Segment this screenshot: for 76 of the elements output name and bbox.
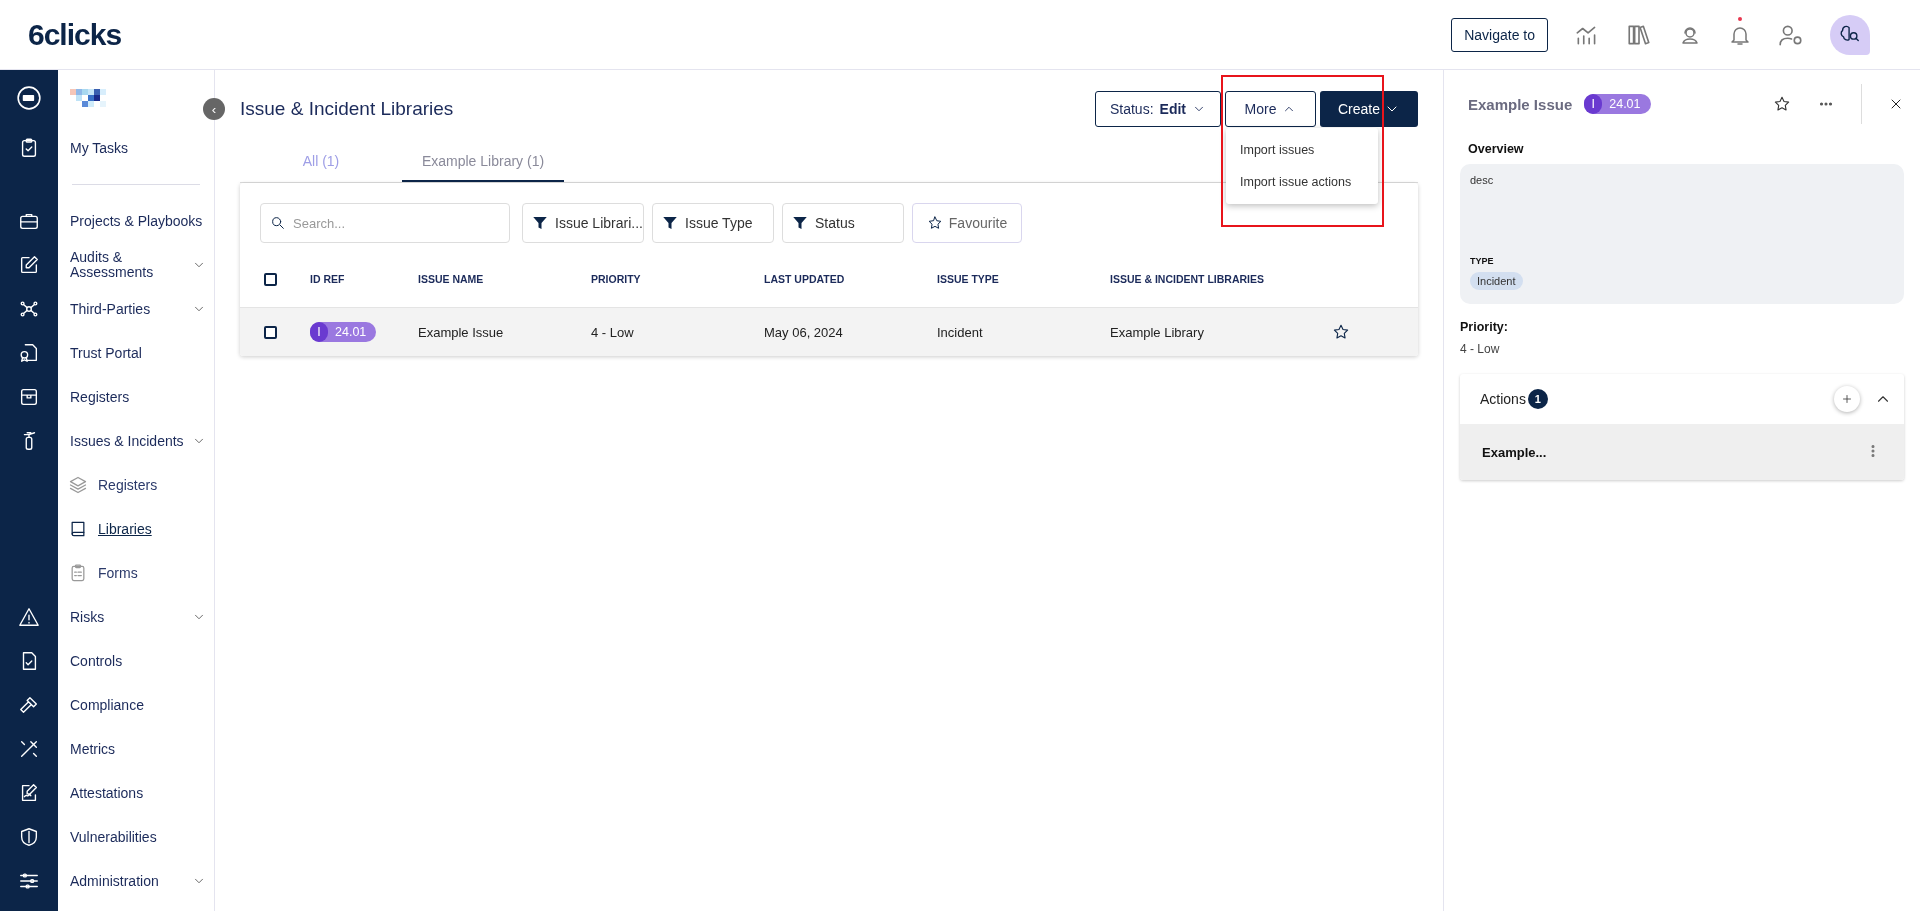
description-text: desc xyxy=(1470,174,1495,188)
nav-item[interactable]: My Tasks xyxy=(70,140,206,156)
nav-item[interactable]: Trust Portal xyxy=(70,345,206,361)
column-header: PRIORITY xyxy=(591,273,642,285)
nav-item[interactable]: Projects & Playbooks xyxy=(70,213,206,229)
column-header: LAST UPDATED xyxy=(764,273,846,285)
more-button[interactable]: More xyxy=(1225,91,1316,127)
box-icon[interactable] xyxy=(18,386,40,408)
nav-item[interactable]: Vulnerabilities xyxy=(70,829,206,845)
warning-triangle-icon[interactable] xyxy=(18,606,40,628)
nav-item[interactable]: Controls xyxy=(70,653,206,669)
select-all-checkbox[interactable] xyxy=(264,272,277,286)
sliders-icon[interactable] xyxy=(18,870,40,892)
logo[interactable]: 6clicks xyxy=(28,17,122,52)
plus-icon xyxy=(1840,392,1854,406)
section-label: Overview xyxy=(1468,142,1525,156)
id-badge: I 24.01 xyxy=(310,322,377,342)
type-tag: Incident xyxy=(1470,272,1523,290)
row-checkbox[interactable] xyxy=(264,325,277,339)
field-label: Priority: xyxy=(1460,320,1509,334)
create-button[interactable]: Create xyxy=(1320,91,1418,127)
column-header: ISSUE & INCIDENT LIBRARIES xyxy=(1110,273,1265,285)
nav-item[interactable]: Administration xyxy=(70,873,192,889)
certificate-icon[interactable] xyxy=(18,342,40,364)
menu-item[interactable]: Import issues xyxy=(1226,134,1378,166)
pencil-square-icon[interactable] xyxy=(18,254,40,276)
nav-subitem[interactable]: Forms xyxy=(98,565,206,581)
nav-subitem[interactable]: Registers xyxy=(98,477,206,493)
star-icon xyxy=(926,215,943,231)
section-title: Actions xyxy=(1480,391,1526,407)
menu-circle-icon[interactable] xyxy=(16,85,42,111)
nav-item[interactable]: Risks xyxy=(70,609,192,625)
favourite-filter-button[interactable]: Favourite xyxy=(912,203,1022,243)
network-nodes-icon[interactable] xyxy=(18,298,40,320)
filter-button[interactable]: Issue Librari... xyxy=(522,203,644,243)
page-title: Issue & Incident Libraries xyxy=(240,98,454,120)
tab[interactable]: Example Library (1) xyxy=(402,142,564,182)
nav-item[interactable]: Third-Parties xyxy=(70,301,192,317)
panel-title: Example Issue xyxy=(1468,95,1573,113)
layers-icon xyxy=(68,475,88,495)
filter-icon xyxy=(791,214,809,232)
filter-icon xyxy=(531,214,549,232)
table-cell-text: Example Library xyxy=(1110,324,1205,340)
column-header: ISSUE TYPE xyxy=(937,273,1000,285)
organisation-logo-icon xyxy=(70,89,106,107)
nav-item[interactable]: Issues & Incidents xyxy=(70,433,192,449)
column-header: ISSUE NAME xyxy=(418,273,485,285)
menu-item[interactable]: Import issue actions xyxy=(1226,166,1378,198)
nav-item[interactable]: Audits & Assessments xyxy=(70,250,192,280)
gavel-icon[interactable] xyxy=(18,694,40,716)
table-cell-text: 4 - Low xyxy=(591,324,635,340)
action-item[interactable]: Example... xyxy=(1482,444,1547,460)
search-field[interactable]: Search... xyxy=(260,203,510,243)
status-button[interactable]: Status: Edit xyxy=(1094,91,1221,127)
nav-item[interactable]: Metrics xyxy=(70,741,206,757)
filter-button[interactable]: Issue Type xyxy=(652,203,774,243)
navigate-button[interactable]: Navigate to xyxy=(1451,17,1548,52)
avatar[interactable] xyxy=(1830,14,1870,55)
nav-item[interactable]: Registers xyxy=(70,389,206,405)
field-value: 4 - Low xyxy=(1460,342,1501,356)
shield-icon[interactable] xyxy=(18,826,40,848)
search-icon xyxy=(270,215,286,231)
collapse-toggle[interactable]: ‹ xyxy=(203,98,225,120)
count-badge: 1 xyxy=(1527,389,1548,409)
filter-icon xyxy=(661,214,679,232)
nav-item[interactable]: Compliance xyxy=(70,697,206,713)
filter-button[interactable]: Status xyxy=(782,203,904,243)
column-header: ID REF xyxy=(310,273,346,285)
table-cell-text: May 06, 2024 xyxy=(764,324,844,340)
table-cell-text: Incident xyxy=(937,324,984,340)
table-cell-text: Example Issue xyxy=(418,324,505,340)
pencil-ruler-icon[interactable] xyxy=(18,738,40,760)
nav-item[interactable]: Attestations xyxy=(70,785,206,801)
field-label: TYPE xyxy=(1470,256,1495,266)
id-badge: I 24.01 xyxy=(1584,94,1651,114)
nav-subitem[interactable]: Libraries xyxy=(98,521,206,537)
